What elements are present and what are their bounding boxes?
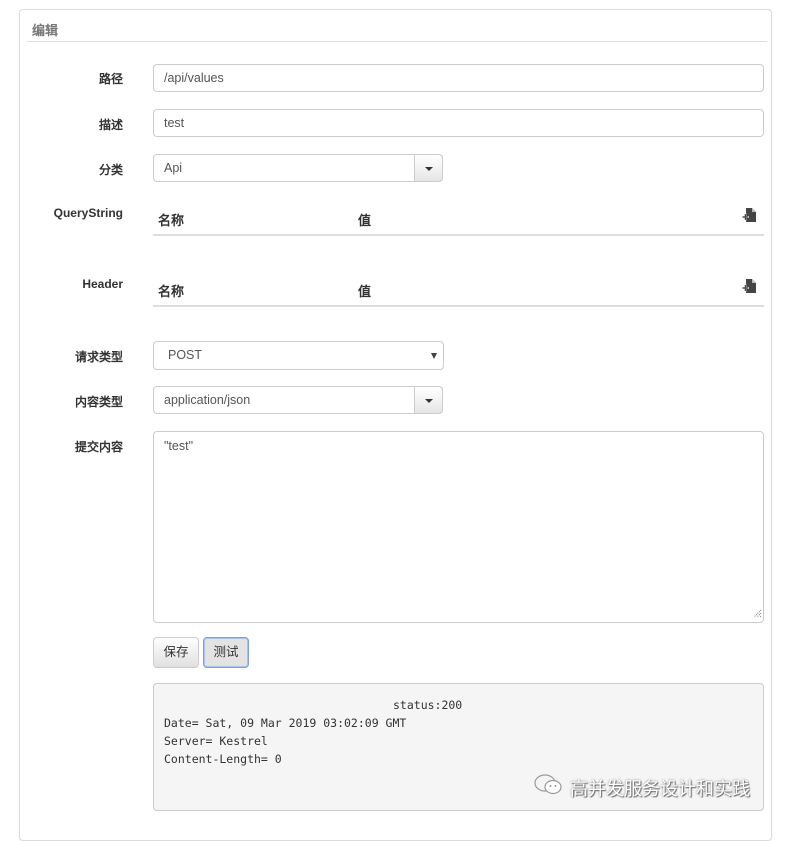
response-line: Content-Length= 0: [164, 752, 282, 766]
category-dropdown-button[interactable]: [414, 154, 443, 182]
category-select[interactable]: Api: [153, 154, 443, 182]
path-input[interactable]: /api/values: [153, 64, 764, 92]
add-file-icon[interactable]: [742, 208, 756, 225]
content-type-label: 内容类型: [74, 395, 123, 409]
save-button[interactable]: 保存: [153, 637, 199, 668]
content-type-dropdown-button[interactable]: [414, 386, 443, 414]
content-type-value: application/json: [164, 393, 251, 407]
description-input[interactable]: test: [153, 109, 764, 137]
content-type-select[interactable]: application/json: [153, 386, 443, 414]
watermark-text: 高并发服务设计和实践: [570, 778, 750, 799]
test-button[interactable]: 测试: [203, 637, 249, 668]
header-col-value: 值: [358, 284, 372, 299]
body-label: 提交内容: [74, 440, 123, 454]
request-type-label: 请求类型: [74, 350, 123, 364]
caret-down-icon: [425, 399, 433, 403]
caret-down-icon: [431, 353, 437, 359]
body-textarea[interactable]: "test": [153, 431, 764, 623]
response-status: status:200: [393, 698, 463, 712]
body-value: "test": [164, 439, 194, 453]
header-table-header: 名称 值: [153, 271, 764, 307]
response-line: Server= Kestrel: [164, 734, 268, 748]
panel-title: 编辑: [32, 23, 59, 38]
add-file-icon[interactable]: [742, 279, 756, 296]
request-type-select[interactable]: POST: [153, 341, 444, 370]
category-label: 分类: [98, 163, 123, 177]
querystring-table-header: 名称 值: [153, 200, 764, 236]
caret-down-icon: [425, 167, 433, 171]
querystring-col-name: 名称: [158, 213, 185, 228]
category-value: Api: [164, 161, 183, 175]
path-label: 路径: [98, 72, 123, 86]
description-label: 描述: [98, 118, 123, 132]
wechat-icon: [534, 774, 564, 801]
request-type-value: POST: [168, 348, 203, 362]
resize-grip-icon[interactable]: [753, 607, 762, 621]
header-col-name: 名称: [158, 284, 185, 299]
querystring-col-value: 值: [358, 213, 372, 228]
response-line: Date= Sat, 09 Mar 2019 03:02:09 GMT: [164, 716, 407, 730]
header-label: Header: [82, 277, 123, 291]
querystring-label: QueryString: [53, 206, 123, 220]
panel-divider: [27, 41, 767, 42]
watermark: 高并发服务设计和实践: [534, 774, 750, 801]
